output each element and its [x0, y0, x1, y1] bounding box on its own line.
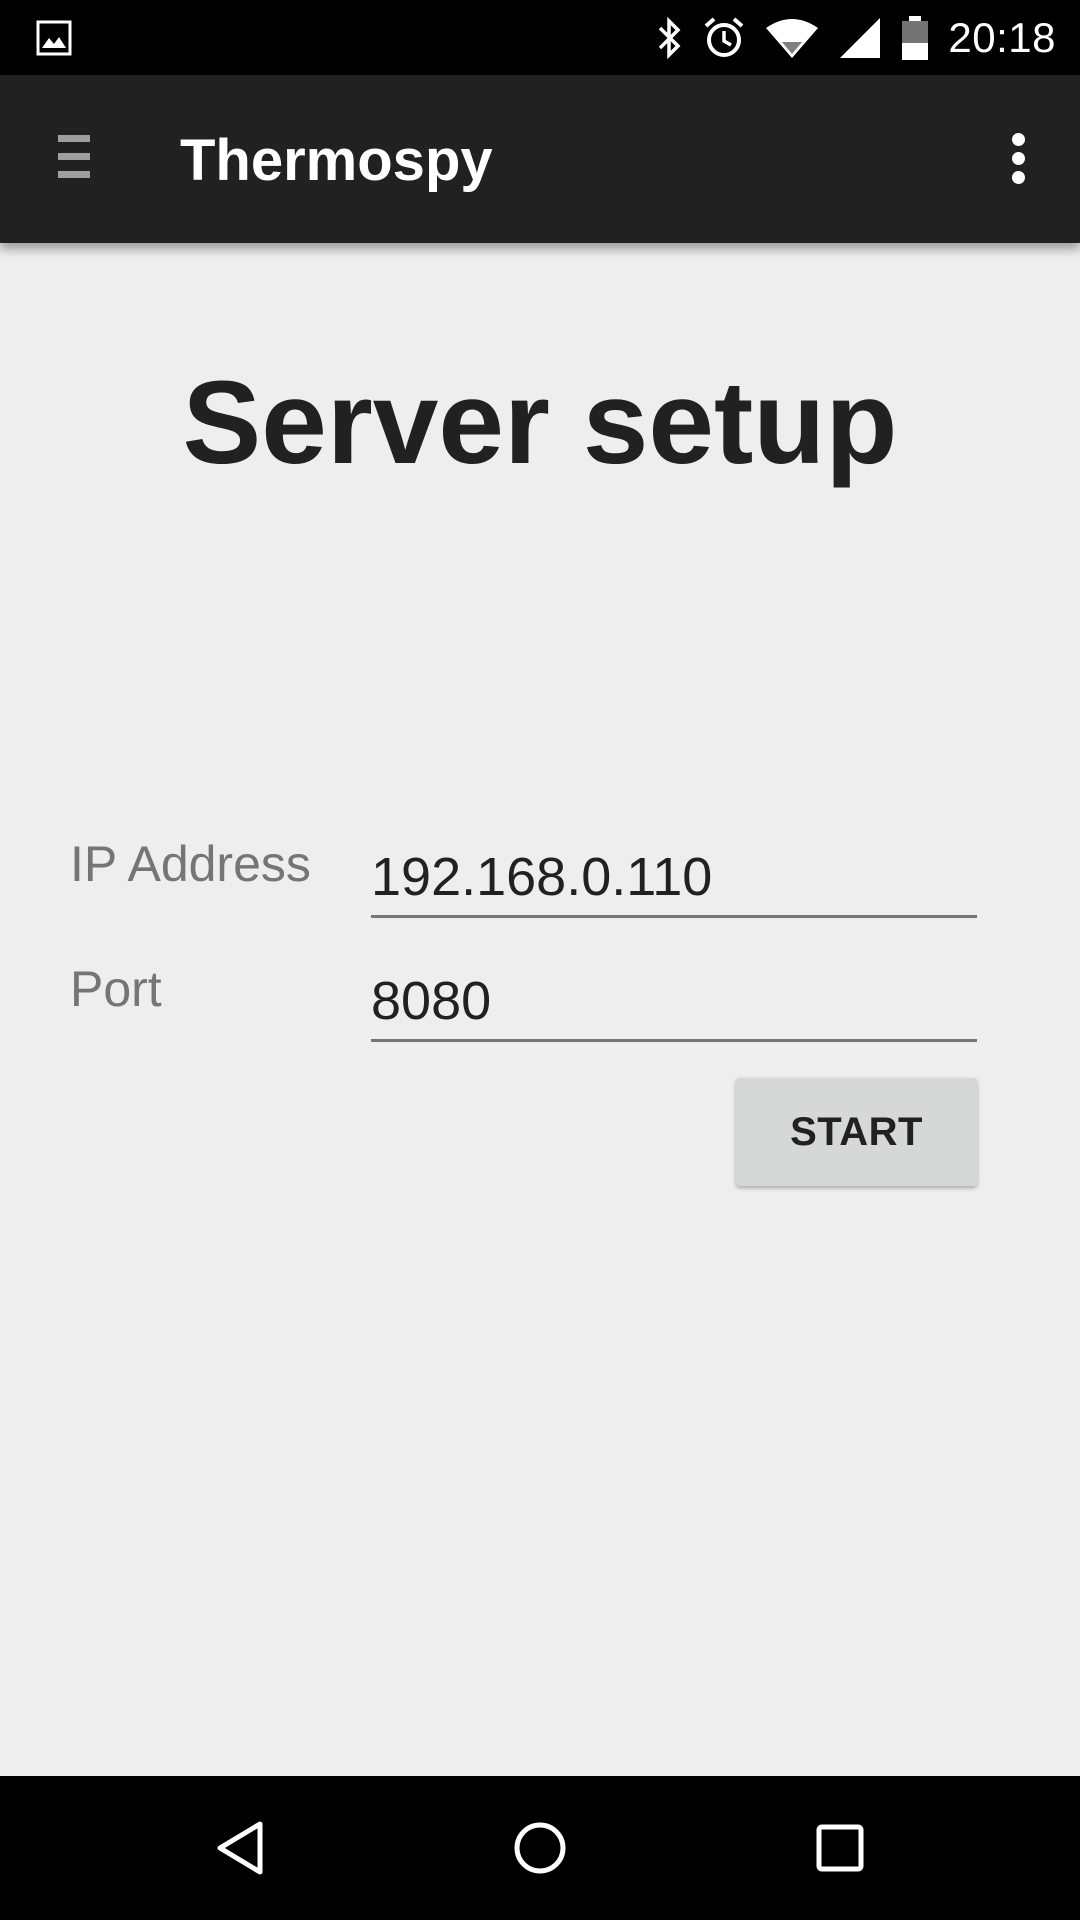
page-title: Server setup [182, 357, 898, 489]
back-icon [217, 1821, 263, 1875]
alarm-icon [705, 16, 744, 57]
back-button[interactable] [165, 1776, 315, 1920]
status-time: 20:18 [948, 13, 1056, 61]
home-button[interactable] [465, 1776, 615, 1920]
battery-icon [902, 15, 929, 60]
port-input[interactable] [371, 962, 977, 1042]
status-icons: 20:18 [654, 0, 1056, 75]
port-label: Port [70, 961, 162, 1017]
wifi-icon [766, 18, 819, 58]
more-vert-icon[interactable] [1008, 133, 1028, 185]
home-icon [514, 1822, 566, 1874]
recents-icon [816, 1824, 864, 1872]
app-bar: Thermospy [0, 75, 1080, 243]
bluetooth-icon [659, 16, 681, 59]
ip-address-label: IP Address [70, 836, 311, 892]
start-button[interactable]: START [736, 1078, 977, 1186]
signal-icon [840, 17, 881, 58]
app-title: Thermospy [180, 128, 493, 193]
hamburger-menu-icon[interactable] [58, 135, 90, 181]
ip-address-input[interactable] [371, 838, 977, 918]
nav-bar [0, 1776, 1080, 1920]
recents-button[interactable] [765, 1776, 915, 1920]
gallery-icon [36, 20, 72, 56]
status-bar: 20:18 [0, 0, 1080, 75]
